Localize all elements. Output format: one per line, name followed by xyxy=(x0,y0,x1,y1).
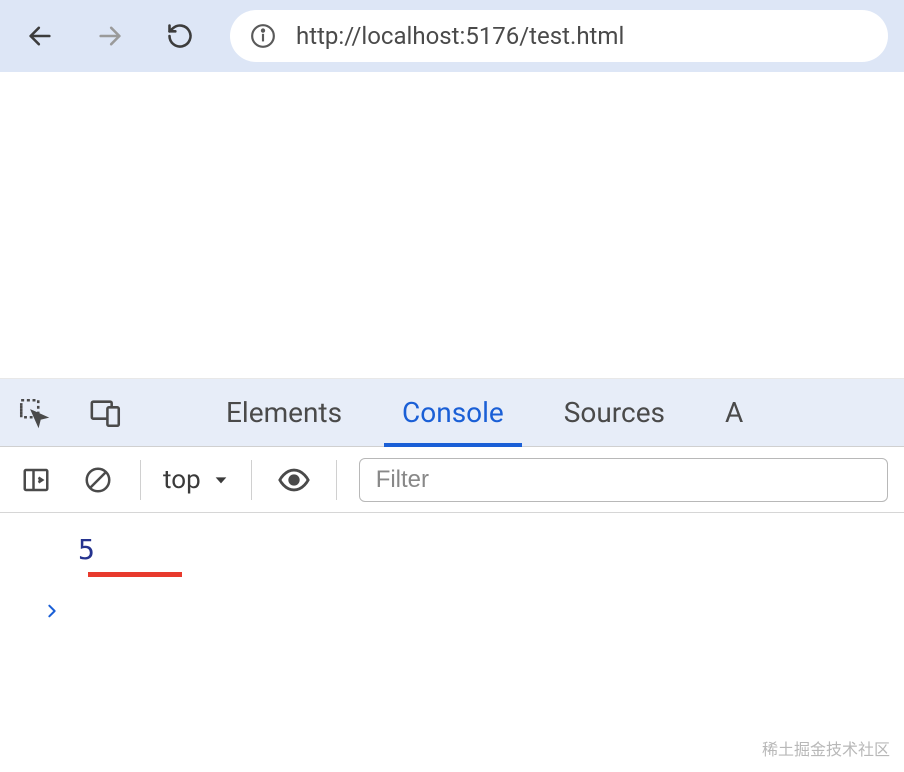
console-log-value: 5 xyxy=(24,533,95,566)
arrow-left-icon xyxy=(26,22,54,50)
browser-toolbar: http://localhost:5176/test.html xyxy=(0,0,904,72)
tab-label: Console xyxy=(402,396,504,429)
tab-label: A xyxy=(725,396,743,429)
info-icon xyxy=(250,23,276,49)
execution-context-select[interactable]: top xyxy=(163,465,229,495)
tab-application[interactable]: A xyxy=(707,379,743,447)
page-content xyxy=(0,72,904,379)
reload-button[interactable] xyxy=(156,12,204,60)
console-output: 5 xyxy=(0,513,904,643)
filter-input[interactable] xyxy=(359,458,888,502)
highlight-underline xyxy=(88,572,182,577)
inspect-icon xyxy=(17,396,51,430)
live-expression-button[interactable] xyxy=(274,460,314,500)
chevron-down-icon xyxy=(213,472,229,488)
watermark: 稀土掘金技术社区 xyxy=(762,736,890,760)
eye-icon xyxy=(277,463,311,497)
sidebar-icon xyxy=(21,465,51,495)
back-button[interactable] xyxy=(16,12,64,60)
divider xyxy=(251,460,252,500)
divider xyxy=(336,460,337,500)
clear-console-button[interactable] xyxy=(78,460,118,500)
tab-console[interactable]: Console xyxy=(384,379,522,447)
inspect-element-button[interactable] xyxy=(10,389,58,437)
tab-label: Sources xyxy=(564,396,665,429)
tab-label: Elements xyxy=(226,396,342,429)
toggle-sidebar-button[interactable] xyxy=(16,460,56,500)
chevron-right-icon xyxy=(44,603,60,619)
console-toolbar: top xyxy=(0,447,904,513)
devtools-tabs: Elements Console Sources A xyxy=(0,379,904,447)
toggle-device-button[interactable] xyxy=(82,389,130,437)
clear-icon xyxy=(83,465,113,495)
url-bar[interactable]: http://localhost:5176/test.html xyxy=(230,10,888,62)
reload-icon xyxy=(166,22,194,50)
tab-elements[interactable]: Elements xyxy=(208,379,360,447)
tab-sources[interactable]: Sources xyxy=(546,379,683,447)
devtools-panel: Elements Console Sources A top xyxy=(0,379,904,643)
url-text: http://localhost:5176/test.html xyxy=(296,22,624,50)
divider xyxy=(140,460,141,500)
device-icon xyxy=(89,396,123,430)
forward-button[interactable] xyxy=(86,12,134,60)
context-label: top xyxy=(163,465,201,495)
arrow-right-icon xyxy=(96,22,124,50)
console-prompt[interactable] xyxy=(24,603,880,623)
